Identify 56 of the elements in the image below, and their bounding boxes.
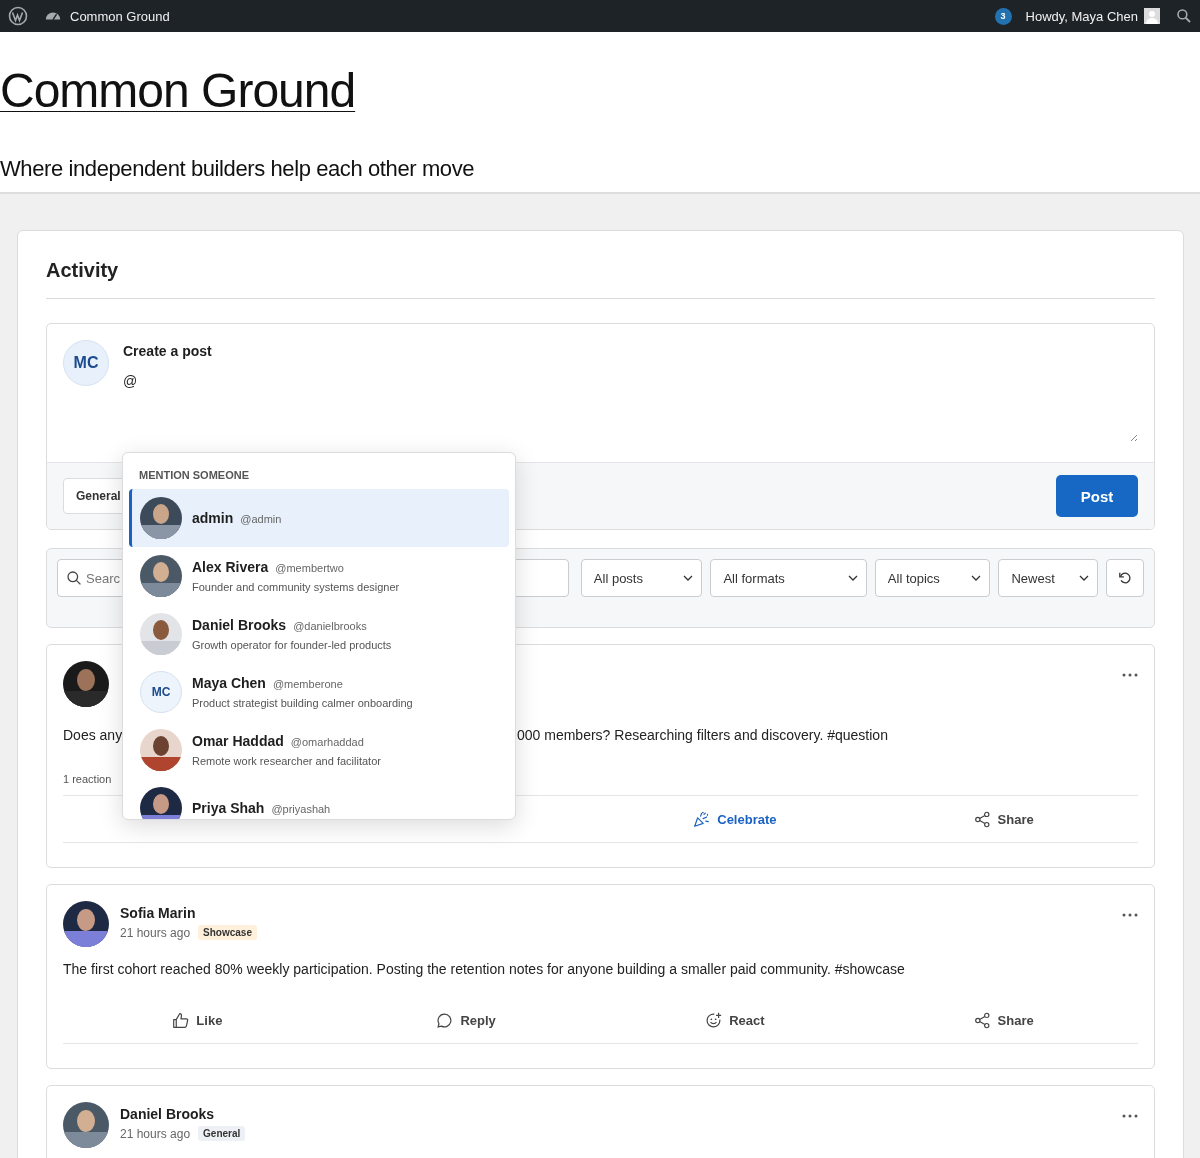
member-option[interactable]: Daniel Brooks @danielbrooks Growth operator for founder-led products xyxy=(129,605,509,663)
user-greeting-link[interactable]: Howdy, Maya Chen xyxy=(1025,8,1138,24)
member-option[interactable]: Priya Shah @priyashah xyxy=(129,779,509,819)
post-text: The first cohort reached 80% weekly participation. Posting the retention notes for anyone building a smaller paid community. #showcase xyxy=(63,961,906,977)
post-action-button[interactable]: Share xyxy=(969,1007,1038,1033)
member-option[interactable]: MC Maya Chen @memberone Product strategist building calmer onboarding xyxy=(129,663,509,721)
share-icon xyxy=(973,1011,991,1029)
post-author: Daniel Brooks xyxy=(120,1106,216,1122)
activity-heading: Activity xyxy=(46,259,1155,299)
more-options-icon[interactable] xyxy=(1122,673,1138,677)
more-options-icon[interactable] xyxy=(1122,1114,1138,1118)
filter-select[interactable]: Newest xyxy=(998,559,1099,597)
filter-select[interactable]: All posts xyxy=(580,559,703,597)
member-option[interactable]: Omar Haddad @omarhaddad Remote work researcher and facilitator xyxy=(129,721,509,779)
post-action-button[interactable]: Like xyxy=(168,1007,227,1033)
share-icon xyxy=(973,810,991,828)
refresh-button[interactable] xyxy=(1106,559,1144,597)
site-title-link[interactable]: Common Ground xyxy=(0,62,356,120)
member-option[interactable]: admin @admin xyxy=(129,489,509,547)
post-author: Sofia Marin xyxy=(120,905,197,921)
post-action-button[interactable]: Reply xyxy=(432,1007,500,1033)
topic-tag: Showcase xyxy=(198,925,257,940)
post-button[interactable]: Post xyxy=(1056,475,1138,517)
post-action-button[interactable]: React xyxy=(701,1007,769,1033)
resize-handle-icon[interactable] xyxy=(1128,432,1138,442)
chevron-down-icon xyxy=(1079,575,1090,581)
smiley-icon xyxy=(705,1011,723,1029)
chevron-down-icon xyxy=(971,575,982,581)
refresh-icon xyxy=(1117,570,1134,586)
dropdown-heading: MENTION SOMEONE xyxy=(138,469,250,481)
post-time: 21 hours ago xyxy=(120,1126,191,1141)
speech-bubble-icon xyxy=(436,1011,454,1029)
thumbs-up-icon xyxy=(172,1011,190,1029)
filter-select[interactable]: All formats xyxy=(710,559,867,597)
search-icon[interactable] xyxy=(1176,8,1192,24)
search-icon xyxy=(66,570,82,586)
user-avatar: MC xyxy=(63,340,109,386)
wordpress-logo-icon[interactable] xyxy=(8,6,28,26)
more-options-icon[interactable] xyxy=(1122,913,1138,917)
post-time: 21 hours ago xyxy=(120,925,191,940)
site-tagline: Where independent builders help each other move xyxy=(0,156,476,183)
post-action-button[interactable]: Share xyxy=(969,806,1038,832)
chevron-down-icon xyxy=(847,575,858,581)
party-popper-icon xyxy=(693,810,711,828)
site-name-link[interactable]: Common Ground xyxy=(70,8,170,24)
post-text: Does any xyxy=(63,727,123,743)
reaction-count: 1 reaction xyxy=(63,773,113,785)
post-action-button[interactable]: Celebrate xyxy=(689,806,781,832)
composer-title: Create a post xyxy=(123,343,212,359)
topic-tag: General xyxy=(198,1126,246,1141)
member-option[interactable]: Alex Rivera @membertwo Founder and community systems designer xyxy=(129,547,509,605)
filter-select[interactable]: All topics xyxy=(874,559,991,597)
chevron-down-icon xyxy=(683,575,694,581)
post-text-field[interactable]: @ xyxy=(123,373,212,389)
notification-count[interactable]: 3 xyxy=(994,7,1012,25)
post-text: 000 members? Researching filters and discovery. #question xyxy=(517,727,888,743)
